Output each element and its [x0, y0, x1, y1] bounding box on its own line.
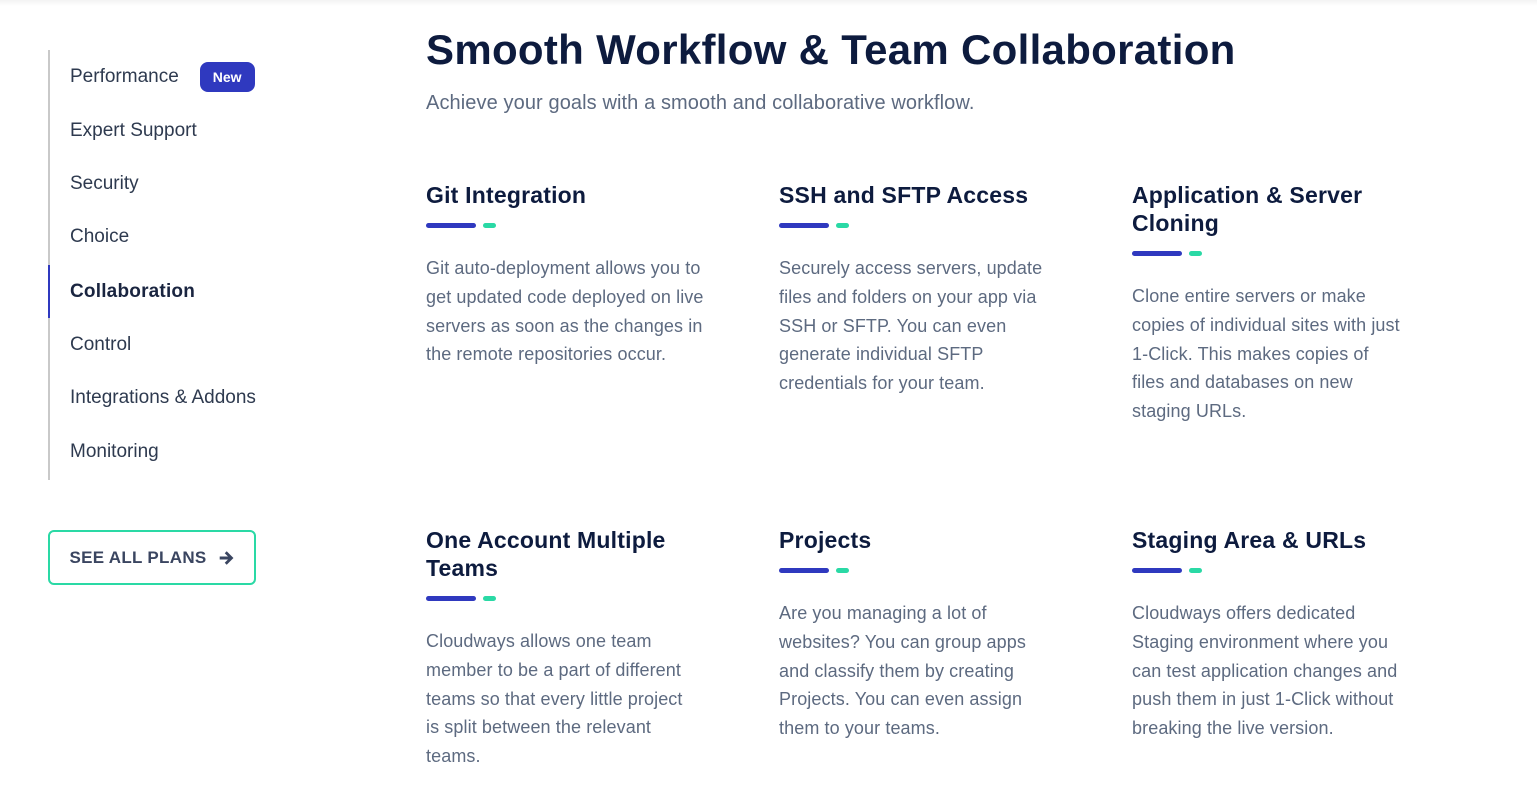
arrow-right-icon: [219, 550, 234, 565]
feature-card-projects: Projects Are you managing a lot of websi…: [779, 526, 1059, 743]
feature-title: One Account Multiple Teams: [426, 527, 666, 581]
feature-title: Projects: [779, 527, 872, 553]
feature-title: SSH and SFTP Access: [779, 182, 1029, 208]
top-shadow: [0, 0, 1537, 6]
sidebar-item-label: Collaboration: [70, 280, 196, 302]
feature-description: Git auto-deployment allows you to get up…: [426, 258, 704, 365]
feature-card-git-integration: Git Integration Git auto-deployment allo…: [426, 181, 706, 369]
sidebar-item-integrations-addons[interactable]: Integrations & Addons: [48, 371, 308, 424]
sidebar-item-security[interactable]: Security: [48, 157, 308, 210]
feature-divider: [779, 568, 1059, 573]
main-content: Smooth Workflow & Team Collaboration Ach…: [426, 24, 1506, 766]
sidebar-item-label: Expert Support: [70, 119, 197, 141]
feature-title: Staging Area & URLs: [1132, 527, 1367, 553]
sidebar-item-label: Security: [70, 172, 139, 194]
see-all-plans-button[interactable]: SEE ALL PLANS: [48, 530, 256, 585]
feature-description: Cloudways offers dedicated Staging envir…: [1132, 603, 1398, 739]
sidebar-item-collaboration[interactable]: Collaboration: [48, 265, 308, 318]
feature-card-multiple-teams: One Account Multiple Teams Cloudways all…: [426, 526, 686, 771]
sidebar-item-label: Integrations & Addons: [70, 386, 256, 408]
feature-title: Git Integration: [426, 182, 587, 208]
feature-description: Securely access servers, update files an…: [779, 258, 1043, 394]
feature-divider: [426, 223, 706, 228]
sidebar-item-monitoring[interactable]: Monitoring: [48, 425, 308, 478]
new-badge: New: [199, 61, 255, 92]
sidebar-item-choice[interactable]: Choice: [48, 210, 308, 263]
sidebar-item-performance[interactable]: Performance New: [48, 50, 308, 103]
feature-card-ssh-sftp: SSH and SFTP Access Securely access serv…: [779, 181, 1059, 398]
feature-sidebar: Performance New Expert Support Security …: [48, 50, 348, 585]
sidebar-item-control[interactable]: Control: [48, 318, 308, 371]
sidebar-item-label: Monitoring: [70, 440, 159, 462]
feature-title: Application & Server Cloning: [1132, 182, 1363, 236]
feature-card-cloning: Application & Server Cloning Clone entir…: [1132, 181, 1402, 426]
feature-description: Clone entire servers or make copies of i…: [1132, 286, 1400, 422]
sidebar-item-label: Performance: [70, 65, 179, 87]
sidebar-item-expert-support[interactable]: Expert Support: [48, 104, 308, 157]
feature-divider: [426, 596, 686, 601]
feature-divider: [1132, 251, 1402, 256]
page-subtitle: Achieve your goals with a smooth and col…: [426, 92, 975, 114]
page-title: Smooth Workflow & Team Collaboration: [426, 26, 1236, 73]
feature-nav: Performance New Expert Support Security …: [48, 50, 348, 480]
sidebar-item-label: Control: [70, 333, 132, 355]
feature-card-staging: Staging Area & URLs Cloudways offers ded…: [1132, 526, 1412, 743]
sidebar-item-label: Choice: [70, 225, 130, 247]
feature-divider: [1132, 568, 1412, 573]
feature-description: Cloudways allows one team member to be a…: [426, 631, 683, 767]
feature-divider: [779, 223, 1059, 228]
see-all-plans-label: SEE ALL PLANS: [69, 547, 207, 567]
feature-description: Are you managing a lot of websites? You …: [779, 603, 1026, 739]
